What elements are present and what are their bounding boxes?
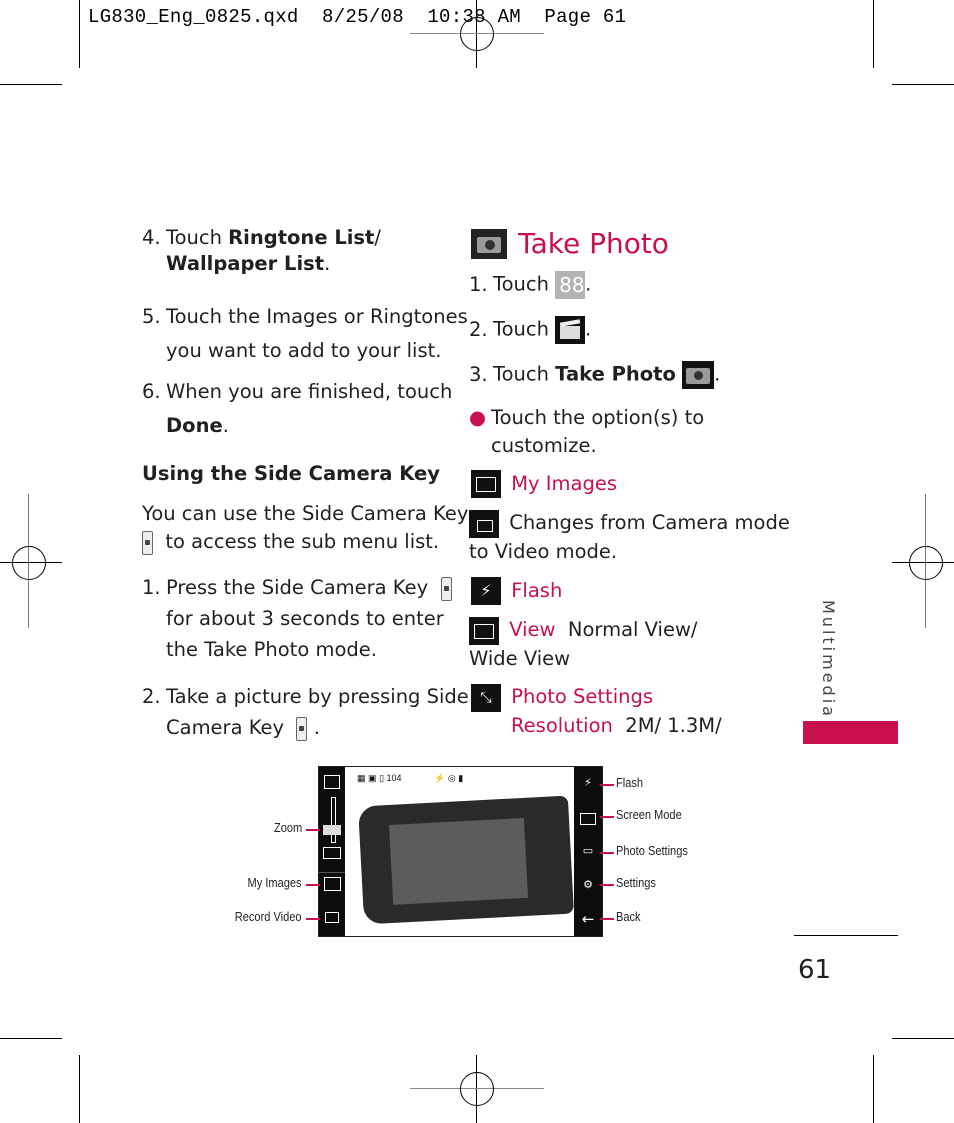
option-video: Changes from Camera mode to Video mode.	[469, 509, 790, 563]
camera-screen-diagram: ▦ ▣ ▯ 104 ⚡ ◎ ▮ ⚡ ▭ ⚙ ←	[318, 766, 603, 937]
crop-mark	[892, 1038, 954, 1039]
screen-mode-icon[interactable]	[580, 813, 596, 825]
flash-icon[interactable]: ⚡	[574, 769, 602, 797]
registration-mark	[460, 17, 494, 51]
crop-mark	[873, 0, 874, 68]
take-photo-step-2: 2. Touch .	[469, 316, 591, 344]
callout-line	[600, 816, 614, 818]
zoom-slider-handle[interactable]	[323, 825, 341, 835]
bullet-icon: ●	[469, 406, 487, 429]
callout-settings: Settings	[616, 875, 656, 890]
registration-mark	[909, 546, 943, 580]
step-6: 6. When you are finished, touch Done.	[142, 380, 453, 437]
grid-icon: 88	[555, 271, 586, 299]
divider	[794, 935, 898, 936]
callout-line	[600, 884, 614, 886]
section-tab-label: Multimedia	[819, 600, 838, 719]
my-images-icon[interactable]	[324, 877, 341, 891]
callout-back: Back	[616, 909, 641, 924]
side-step-1: 1. Press the Side Camera Key for about 3 …	[142, 572, 452, 665]
photo-settings-icon: ⤡	[471, 683, 501, 712]
screen-mode-icon	[469, 616, 499, 645]
side-camera-key-icon	[440, 576, 452, 601]
zoom-in-icon	[324, 775, 340, 789]
callout-line	[306, 884, 320, 886]
callout-photo-settings: Photo Settings	[616, 843, 688, 858]
white-balance-icon: ◎	[447, 773, 456, 783]
crop-mark	[873, 1055, 874, 1123]
callout-zoom: Zoom	[273, 820, 302, 835]
resolution-icon: ▣	[368, 773, 377, 783]
callout-line	[600, 784, 614, 786]
callout-record-video: Record Video	[235, 909, 302, 924]
crop-mark	[79, 0, 80, 68]
camera-icon	[471, 228, 507, 259]
crop-mark	[0, 1038, 62, 1039]
side-step-2: 2. Take a picture by pressing Side Camera…	[142, 685, 469, 741]
right-toolbar: ⚡ ▭ ⚙ ←	[574, 767, 602, 936]
my-images-icon	[471, 470, 501, 498]
phone-preview-image	[358, 795, 574, 925]
step-5: 5. Touch the Images or Ringtones you want…	[142, 305, 468, 362]
section-heading: Take Photo	[471, 227, 669, 260]
video-camera-icon	[469, 509, 499, 538]
callout-line	[306, 918, 320, 920]
registration-mark	[12, 546, 46, 580]
clapperboard-icon	[555, 316, 586, 344]
section-subheading: Using the Side Camera Key	[142, 462, 440, 485]
callout-flash: Flash	[616, 775, 644, 790]
left-toolbar	[319, 767, 345, 936]
zoom-out-icon	[323, 847, 341, 859]
bullet-item: ● Touch the option(s) to customize.	[469, 406, 705, 457]
photo-count: 104	[386, 773, 402, 783]
flash-icon: ⚡	[471, 577, 501, 605]
storage-icon: ▯	[379, 773, 385, 783]
crop-mark	[0, 84, 62, 85]
photo-settings-icon[interactable]: ▭	[574, 837, 602, 865]
view-mode-icon: ▮	[458, 773, 464, 783]
step-4: 4. Touch Ringtone List/ Wallpaper List.	[142, 226, 381, 275]
registration-mark	[460, 1072, 494, 1106]
callout-line	[600, 918, 614, 920]
callout-screen-mode: Screen Mode	[616, 807, 682, 822]
crop-mark	[79, 1055, 80, 1123]
page-number: 61	[798, 955, 832, 985]
side-camera-key-icon	[142, 530, 153, 555]
section-tab-marker	[803, 721, 898, 744]
callout-my-images: My Images	[247, 875, 302, 890]
take-photo-step-1: 1. Touch 88.	[469, 271, 592, 299]
crop-mark	[892, 84, 954, 85]
side-camera-key-icon	[296, 716, 308, 741]
callout-line	[600, 852, 614, 854]
print-slug: LG830_Eng_0825.qxd 8/25/08 10:38 AM Page…	[88, 6, 627, 28]
intro-paragraph: You can use the Side Camera Key to acces…	[142, 502, 469, 555]
quality-icon: ▦	[357, 773, 366, 783]
status-indicators: ▦ ▣ ▯ 104 ⚡ ◎ ▮	[357, 773, 463, 784]
camera-icon	[682, 361, 715, 389]
callout-line	[306, 829, 320, 831]
settings-icon[interactable]: ⚙	[574, 871, 602, 899]
flash-status-icon: ⚡	[434, 773, 446, 783]
option-view: View Normal View/ Wide View	[469, 616, 698, 670]
record-video-icon[interactable]	[325, 912, 339, 923]
zoom-slider-track[interactable]	[331, 797, 336, 843]
back-icon[interactable]: ←	[574, 905, 602, 933]
take-photo-step-3: 3. Touch Take Photo .	[469, 361, 720, 389]
option-my-images: My Images	[471, 470, 617, 498]
option-flash: ⚡ Flash	[471, 577, 562, 605]
option-photo-settings: ⤡ Photo Settings Resolution 2M/ 1.3M/	[471, 683, 722, 740]
